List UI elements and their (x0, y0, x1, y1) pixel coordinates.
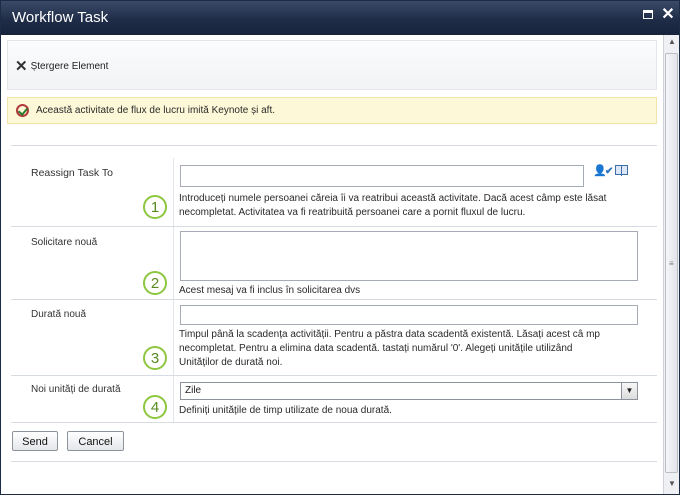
new-request-textarea[interactable] (180, 231, 638, 281)
dialog-content: ✕ Ștergere Element Această activitate de… (1, 35, 663, 494)
column-divider (173, 158, 174, 226)
maximize-icon[interactable] (640, 7, 656, 23)
duration-units-row: Noi unități de durată Zile ▼ 4 Definiți … (11, 376, 657, 423)
reassign-description-line2: necompletat. Activitatea va fi reatribui… (179, 207, 526, 218)
cancel-button[interactable]: Cancel (67, 431, 124, 451)
workflow-task-dialog: Workflow Task ✕ ✕ Ștergere Element Aceas… (0, 0, 680, 495)
reassign-description: Introduceți numele persoanei căreia îi v… (179, 192, 606, 220)
new-request-description: Acest mesaj va fi inclus în solicitarea … (179, 285, 361, 296)
title-bar: Workflow Task ✕ (1, 1, 679, 35)
duration-units-selected: Zile (185, 385, 202, 396)
reassign-input[interactable] (180, 165, 584, 187)
step-badge-4: 4 (143, 395, 167, 419)
duration-units-select[interactable]: Zile ▼ (180, 382, 638, 400)
check-names-checkmark: ✔ (605, 166, 614, 177)
new-duration-label: Durată nouă (31, 309, 87, 320)
ribbon-toolbar: ✕ Ștergere Element (7, 40, 657, 90)
vertical-scrollbar[interactable]: ▲ ≡ ▼ (663, 35, 679, 494)
column-divider (173, 227, 174, 299)
new-duration-input[interactable] (180, 305, 638, 325)
new-request-row: Solicitare nouă 2 Acest mesaj va fi incl… (11, 227, 657, 300)
window-title: Workflow Task (12, 9, 109, 26)
reassign-label: Reassign Task To (31, 167, 113, 179)
new-duration-description-line2: necompletat. Pentru a elimina data scade… (179, 343, 573, 354)
delete-item-button[interactable]: ✕ Ștergere Element (15, 57, 108, 75)
step-badge-2: 2 (143, 271, 167, 295)
new-duration-row: Durată nouă 3 Timpul până la scadența ac… (11, 300, 657, 376)
address-book-icon[interactable] (615, 165, 628, 176)
status-message: Această activitate de flux de lucru imit… (36, 105, 276, 116)
new-request-label: Solicitare nouă (31, 237, 98, 248)
new-duration-description-line1: Timpul până la scadența activității. Pen… (179, 329, 600, 340)
form-bottom-divider (11, 461, 657, 462)
duration-units-label: Noi unități de durată (31, 384, 121, 395)
reassign-description-line1: Introduceți numele persoanei căreia îi v… (179, 193, 607, 204)
chevron-down-icon[interactable]: ▼ (621, 383, 637, 399)
delete-item-label: Ștergere Element (30, 60, 109, 72)
scrollbar-thumb[interactable]: ≡ (665, 53, 678, 473)
close-icon[interactable]: ✕ (660, 7, 676, 23)
column-divider (173, 376, 174, 422)
delete-icon: ✕ (15, 58, 28, 75)
send-button[interactable]: Send (12, 431, 58, 451)
status-bar: Această activitate de flux de lucru imit… (7, 97, 657, 124)
status-check-icon (16, 104, 29, 117)
new-duration-description-line3: Unităților de durată noi. (179, 357, 283, 368)
reassign-row: Reassign Task To 👤 ✔ 1 Introduceți numel… (11, 158, 657, 227)
step-badge-1: 1 (143, 195, 167, 219)
column-divider (173, 300, 174, 375)
form-top-divider (11, 145, 657, 146)
duration-units-description: Definiți unitățile de timp utilizate de … (179, 405, 392, 416)
new-duration-description: Timpul până la scadența activității. Pen… (179, 328, 600, 370)
maximize-glyph (643, 10, 653, 19)
scroll-down-arrow[interactable]: ▼ (664, 477, 679, 491)
scroll-up-arrow[interactable]: ▲ (664, 35, 679, 49)
scrollbar-grip: ≡ (669, 259, 674, 268)
step-badge-3: 3 (143, 346, 167, 370)
